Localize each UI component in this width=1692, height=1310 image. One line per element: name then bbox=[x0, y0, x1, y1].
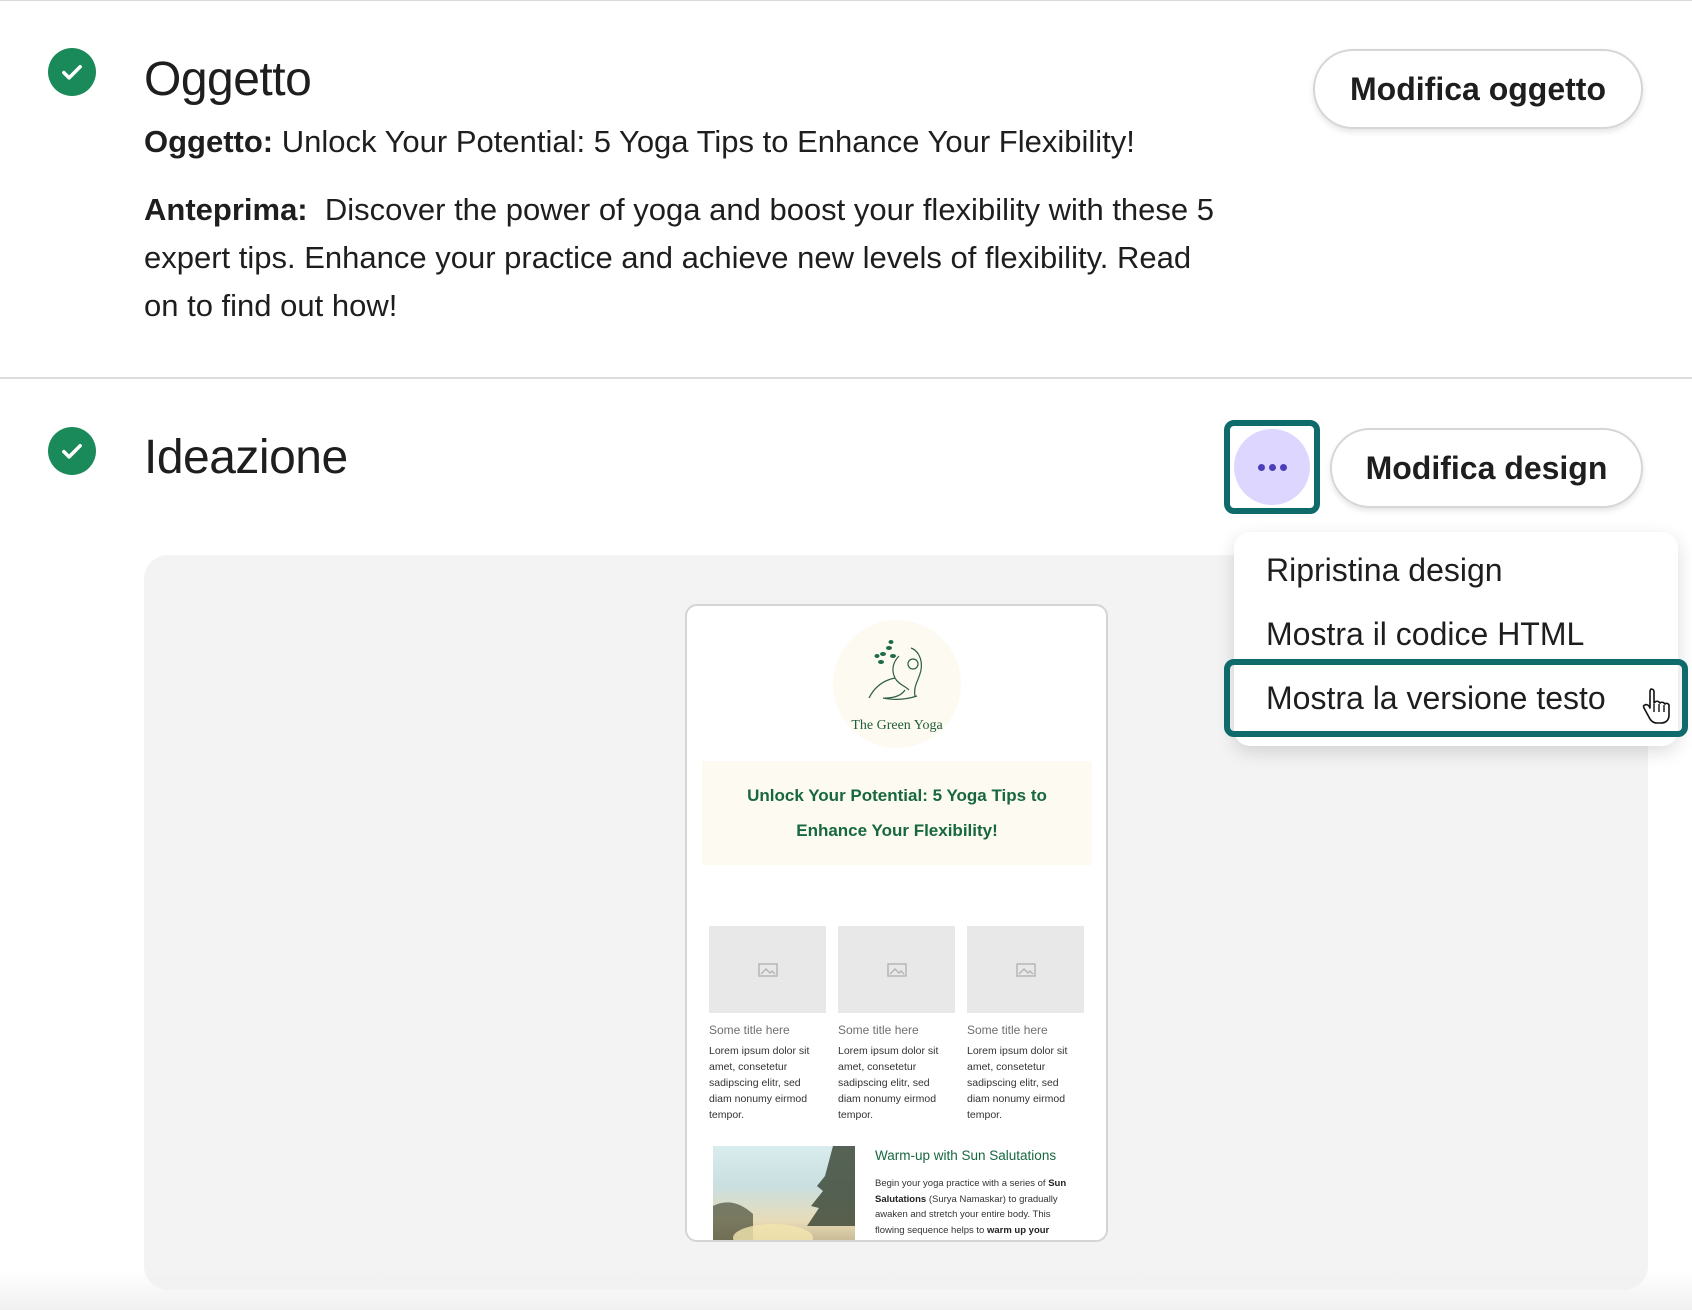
image-icon bbox=[886, 962, 907, 977]
column-body: Lorem ipsum dolor sit amet, consetetur s… bbox=[967, 1045, 1068, 1121]
bottom-fade bbox=[0, 1270, 1692, 1310]
menu-item-restore-design[interactable]: Ripristina design bbox=[1266, 552, 1503, 589]
content-column: Some title here Lorem ipsum dolor sit am… bbox=[967, 926, 1084, 1123]
design-section-heading: Ideazione bbox=[144, 431, 348, 484]
subject-text: Unlock Your Potential: 5 Yoga Tips to En… bbox=[281, 124, 1135, 159]
image-placeholder bbox=[967, 926, 1084, 1013]
design-complete-check-icon bbox=[48, 427, 96, 475]
email-preview[interactable]: The Green Yoga Unlock Your Potential: 5 … bbox=[685, 604, 1108, 1242]
content-column: Some title here Lorem ipsum dolor sit am… bbox=[709, 926, 826, 1123]
image-placeholder bbox=[709, 926, 826, 1013]
pine-trees-icon bbox=[713, 1146, 855, 1240]
email-hero-banner: Unlock Your Potential: 5 Yoga Tips to En… bbox=[702, 761, 1092, 865]
article-title: Warm-up with Sun Salutations bbox=[875, 1148, 1057, 1163]
column-title: Some title here bbox=[967, 1023, 1048, 1037]
article-body: Begin your yoga practice with a series o… bbox=[875, 1176, 1081, 1238]
email-hero-title: Unlock Your Potential: 5 Yoga Tips to En… bbox=[747, 786, 1047, 840]
column-title: Some title here bbox=[838, 1023, 919, 1037]
top-divider bbox=[0, 0, 1692, 1]
brand-logo: The Green Yoga bbox=[833, 620, 961, 748]
preview-text-block: Anteprima: Discover the power of yoga an… bbox=[144, 186, 1234, 330]
image-icon bbox=[1015, 962, 1036, 977]
article-body-text: Begin your yoga practice with a series o… bbox=[875, 1178, 1049, 1189]
edit-design-button[interactable]: Modifica design bbox=[1330, 428, 1643, 508]
menu-item-show-html[interactable]: Mostra il codice HTML bbox=[1266, 616, 1584, 653]
menu-item-focus-ring bbox=[1224, 659, 1688, 737]
hand-pointer-cursor-icon bbox=[1642, 688, 1670, 724]
subject-section-heading: Oggetto bbox=[144, 53, 312, 106]
content-column: Some title here Lorem ipsum dolor sit am… bbox=[838, 926, 955, 1123]
forest-photo bbox=[713, 1146, 855, 1240]
subject-line: Oggetto: Unlock Your Potential: 5 Yoga T… bbox=[144, 124, 1135, 160]
subject-label: Oggetto: bbox=[144, 124, 274, 159]
preview-label: Anteprima: bbox=[144, 192, 308, 227]
more-options-focus-ring bbox=[1224, 420, 1320, 514]
column-title: Some title here bbox=[709, 1023, 790, 1037]
image-placeholder bbox=[838, 926, 955, 1013]
section-divider bbox=[0, 377, 1692, 379]
edit-subject-button[interactable]: Modifica oggetto bbox=[1313, 49, 1643, 129]
more-options-button[interactable] bbox=[1234, 429, 1310, 505]
column-body: Lorem ipsum dolor sit amet, consetetur s… bbox=[838, 1045, 939, 1121]
brand-logo-text: The Green Yoga bbox=[851, 718, 943, 733]
article-body-bold: warm up your bbox=[986, 1224, 1050, 1236]
more-horizontal-icon bbox=[1257, 463, 1265, 471]
image-icon bbox=[757, 962, 778, 977]
column-body: Lorem ipsum dolor sit amet, consetetur s… bbox=[709, 1045, 810, 1121]
subject-complete-check-icon bbox=[48, 48, 96, 96]
